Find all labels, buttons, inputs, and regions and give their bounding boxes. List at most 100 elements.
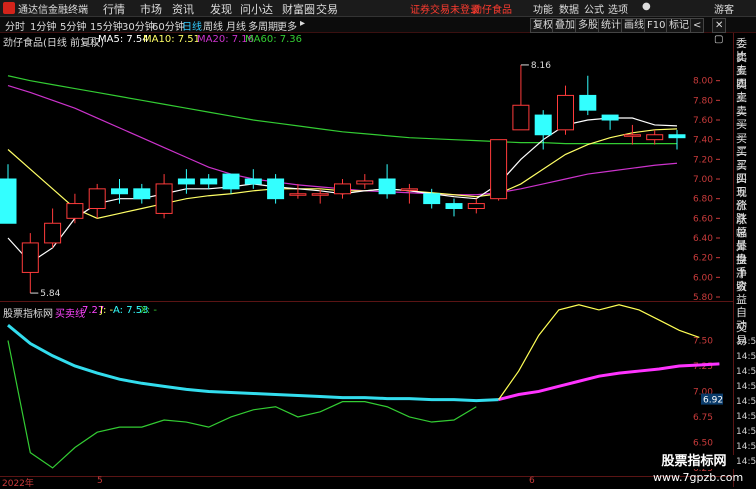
ma20-line (7, 85, 678, 196)
app-name: 通达信金融终端 (18, 5, 88, 16)
date-axis: 2022年 5 6 (0, 476, 733, 489)
candle-body (557, 94, 574, 131)
candle-body (646, 134, 664, 141)
candle-body (244, 178, 262, 185)
trade-time-5: 14:50 (736, 382, 756, 392)
price-tick-label: 6.00 (693, 273, 713, 283)
candle-body (601, 114, 619, 121)
trade-time-7: 14:50 (736, 412, 756, 422)
candle-body (668, 134, 686, 139)
price-tick-label: 7.20 (693, 155, 713, 165)
trade-login-warning[interactable]: 证券交易未登录 (410, 1, 480, 16)
low-annotation: 5.84 (40, 289, 60, 299)
ma60-line (7, 75, 677, 145)
indicator-tick-label: 6.75 (693, 413, 713, 423)
candle-body (311, 193, 329, 196)
indicator-tick-label: 7.50 (693, 336, 713, 346)
title-bar: 通达信金融终端 行情 市场 资讯 发现 问小达 财富圈 交易 证券交易未登录 劲… (0, 0, 756, 17)
menu-wealth[interactable]: 财富圈 (282, 1, 315, 17)
trade-time-8: 14:50 (736, 427, 756, 437)
candle-body (512, 104, 530, 131)
indicator-yellow-line (498, 304, 700, 400)
menu-function[interactable]: 功能 (533, 1, 553, 16)
quote-label-18: 收益 (736, 280, 747, 306)
candle-body (155, 183, 173, 214)
panel-divider[interactable] (0, 301, 733, 302)
tab-period-weekly[interactable]: 周线 (201, 18, 225, 33)
candle-body (111, 188, 128, 195)
candle-body (334, 183, 351, 195)
indicator-tick-label: 6.50 (693, 438, 713, 448)
tab-period-intraday[interactable]: 分时 (3, 18, 27, 33)
menu-ask[interactable]: 问小达 (240, 1, 273, 17)
indicator-magenta-thick (498, 362, 720, 402)
watermark-url: www.7gpzb.com (653, 471, 744, 484)
candle-body (356, 180, 374, 185)
menu-markets[interactable]: 市场 (140, 1, 162, 17)
menu-data[interactable]: 数据 (559, 1, 579, 16)
watermark-title: 股票指标网 (653, 455, 735, 469)
nav-back-button[interactable]: < (690, 18, 705, 33)
candle-body (423, 193, 441, 205)
trade-time-9: 14:50 (736, 442, 756, 452)
price-tick-label: 8.00 (693, 77, 713, 87)
candle-body (88, 188, 106, 209)
price-tick-label: 6.40 (693, 234, 713, 244)
date-month-5: 5 (97, 476, 103, 486)
guest-label[interactable]: 游客 (714, 1, 734, 16)
more-chevron-icon[interactable]: ▸ (298, 18, 307, 29)
candle-body (289, 193, 307, 196)
candle-body (400, 188, 418, 191)
tab-period-1min[interactable]: 1分钟 (28, 18, 58, 33)
candle-body (0, 178, 17, 224)
candle-body (267, 178, 285, 200)
mark-button[interactable]: 标记 (666, 18, 692, 33)
menu-formula[interactable]: 公式 (584, 1, 604, 16)
candle-body (378, 178, 396, 195)
candle-body (467, 203, 485, 209)
date-start: 2022年 (2, 479, 34, 489)
menu-news[interactable]: 资讯 (172, 1, 194, 17)
indicator-title: 股票指标网 (3, 309, 53, 320)
candle-body (66, 203, 84, 219)
period-toolbar: 分时 1分钟 5分钟 15分钟 30分钟 60分钟 日线 周线 月线 多周期 更… (0, 17, 756, 33)
stock-name-header: 劲仔食品 (472, 5, 512, 16)
candle-body (534, 114, 552, 136)
ma10-line (7, 128, 678, 219)
price-tick-label: 6.60 (693, 214, 713, 224)
close-icon[interactable]: ✕ (712, 18, 727, 33)
indicator-cyan-line (7, 324, 499, 402)
indicator-j: J: - (100, 305, 114, 316)
menu-trade[interactable]: 交易 (316, 1, 338, 17)
candle-body (133, 188, 151, 200)
trade-time-6: 14:50 (736, 397, 756, 407)
price-tick-label: 6.20 (693, 254, 713, 264)
candle-body (445, 203, 463, 209)
candle-body (623, 134, 641, 137)
price-tick-label: 7.60 (693, 116, 713, 126)
menu-options[interactable]: 选项 (608, 1, 628, 16)
trade-time-10: 14:50 (736, 457, 756, 467)
candle-body (200, 178, 218, 185)
f10-button[interactable]: F10 (644, 18, 669, 33)
candle-body (222, 173, 240, 190)
indicator-magenta-line (498, 363, 720, 401)
price-tick-label: 6.80 (693, 195, 713, 205)
price-tick-label: 7.80 (693, 96, 713, 106)
date-month-6: 6 (529, 476, 535, 486)
tab-period-monthly[interactable]: 月线 (224, 18, 248, 33)
tab-period-5min[interactable]: 5分钟 (58, 18, 88, 33)
indicator-green-line (7, 340, 477, 469)
tab-period-more[interactable]: 更多 (275, 18, 299, 33)
menu-discover[interactable]: 发现 (210, 1, 232, 17)
quote-side-panel[interactable]: 委比 卖五 卖四 卖三 卖二 卖一 买一 买二 买三 买四 买五 现价 涨跌 涨幅 总量 外盘 换手 净资 收益 自动… (733, 33, 756, 487)
menu-market[interactable]: 行情 (103, 1, 125, 17)
candle-body (490, 139, 508, 200)
chart-canvas[interactable]: 8.00 7.80 7.60 7.40 7.20 7.00 6.80 6.60 6.40 6.20… (0, 33, 733, 487)
high-annotation: 8.16 (531, 61, 551, 71)
price-tick-label: 7.40 (693, 136, 713, 146)
indicator-name: 买卖线 (55, 309, 85, 320)
user-icon[interactable]: ● (642, 1, 651, 12)
indicator-x: X: - (140, 305, 158, 316)
current-value-text: 6.92 (703, 396, 723, 406)
